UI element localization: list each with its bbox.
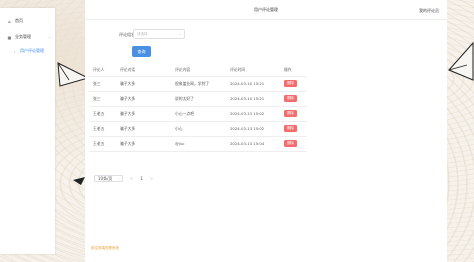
cell-target: 骗子大多 — [116, 136, 171, 152]
column-header: 评论内容 — [171, 64, 226, 77]
table-row: 张三 骗子大多 说的太好了 2024-03-10 15:21 删除 — [89, 91, 307, 107]
table-row: 王老五 骗子大多 小心一点吧 2024-03-13 15:02 删除 — [89, 106, 307, 122]
cell-time: 2024-03-13 15:04 — [226, 136, 280, 152]
cell-user: 王老五 — [89, 136, 116, 152]
cell-user: 张三 — [89, 76, 116, 92]
home-icon: ⌂ — [8, 18, 11, 24]
grid-icon: ▦ — [7, 34, 12, 40]
column-header: 评论对话 — [116, 64, 171, 77]
cell-target: 骗子大多 — [116, 91, 171, 107]
sidebar-item-label: 首页 — [15, 18, 23, 23]
column-header: 评论时间 — [226, 64, 280, 77]
delete-button[interactable]: 删除 — [284, 95, 297, 102]
page-size-value: 10条/页 — [98, 175, 113, 181]
sidebar-item-label: 业务管理 — [15, 34, 31, 39]
delete-button[interactable]: 删除 — [284, 125, 297, 132]
cell-user: 王老五 — [89, 121, 116, 137]
table-header-row: 评论人 评论对话 评论内容 评论时间 操作 — [89, 64, 307, 77]
arrow-right-icon: › — [13, 48, 16, 54]
delete-button[interactable]: 删除 — [284, 80, 297, 87]
sidebar-item-home[interactable]: ⌂ 首页 — [7, 18, 23, 24]
column-header: 评论人 — [89, 64, 116, 77]
table-row: 王老五 骗子大多 @jiui 2024-03-13 15:04 删除 — [89, 136, 307, 152]
cell-content: 说的太好了 — [171, 91, 226, 107]
cell-target: 骗子大多 — [116, 76, 171, 92]
small-arrow-decoration — [73, 177, 85, 185]
current-page[interactable]: 1 — [140, 176, 143, 181]
chevron-down-icon: ⌄ — [117, 177, 120, 181]
next-page-button[interactable]: > — [150, 176, 153, 181]
cell-time: 2024-03-13 15:02 — [226, 121, 280, 137]
delete-button[interactable]: 删除 — [284, 110, 297, 117]
comment-table: 评论人 评论对话 评论内容 评论时间 操作 张三 骗子大多 很来盖业网，学到了 … — [89, 64, 307, 152]
table-row: 张三 骗子大多 很来盖业网，学到了 2024-03-10 15:21 删除 — [89, 76, 307, 92]
chevron-down-icon: ⌄ — [178, 32, 181, 36]
cell-target: 骗子大多 — [116, 121, 171, 137]
query-button[interactable]: 查询 — [132, 46, 151, 57]
paper-plane-decoration-right — [448, 41, 474, 81]
table-row: 王老五 骗子大多 小心 2024-03-13 15:02 删除 — [89, 121, 307, 137]
cell-content: 小心 — [171, 121, 226, 137]
pagination: 10条/页 ⌄ < 1 > — [94, 175, 160, 182]
delete-button[interactable]: 删除 — [284, 140, 297, 147]
sidebar-item-business[interactable]: ▦ 业务管理 ⌄ — [7, 34, 53, 40]
page-size-select[interactable]: 10条/页 ⌄ — [94, 175, 123, 182]
cell-content: @jiui — [171, 136, 226, 152]
top-bar: 用户评论管理 我的评论员 — [85, 0, 447, 20]
sidebar-item-comment-management[interactable]: › 用户评论管理 — [12, 48, 44, 54]
chevron-icon: ⌄ — [48, 35, 51, 39]
frontend-link[interactable]: 前往前端查看系统 — [91, 246, 119, 251]
cell-time: 2024-03-10 15:21 — [226, 91, 280, 107]
page-title: 用户评论管理 — [254, 6, 278, 12]
cell-user: 张三 — [89, 91, 116, 107]
select-placeholder: 请选择 — [137, 31, 148, 36]
cell-target: 骗子大多 — [116, 106, 171, 122]
cell-user: 王老五 — [89, 106, 116, 122]
comment-group-select[interactable]: 请选择 ⌄ — [133, 29, 185, 39]
user-menu[interactable]: 我的评论员 — [419, 8, 439, 14]
column-header: 操作 — [280, 64, 307, 77]
prev-page-button[interactable]: < — [130, 176, 133, 181]
cell-content: 小心一点吧 — [171, 106, 226, 122]
cell-time: 2024-03-13 15:02 — [226, 106, 280, 122]
sidebar: ⌂ 首页 ▦ 业务管理 ⌄ › 用户评论管理 — [0, 8, 55, 254]
sidebar-item-label: 用户评论管理 — [20, 48, 44, 53]
cell-time: 2024-03-10 15:21 — [226, 76, 280, 92]
cell-content: 很来盖业网，学到了 — [171, 76, 226, 92]
